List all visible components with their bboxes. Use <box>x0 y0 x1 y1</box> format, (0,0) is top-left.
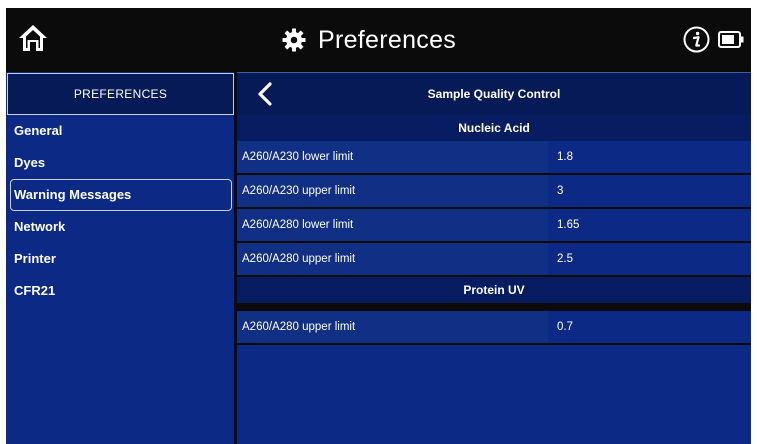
section-header-nucleic-acid: Nucleic Acid <box>237 115 751 141</box>
home-icon[interactable] <box>18 24 48 52</box>
section-header-protein-uv: Protein UV <box>237 277 751 303</box>
setting-value-field[interactable]: 1.8 <box>548 141 751 173</box>
setting-row: A260/A280 upper limit 0.7 <box>237 311 751 345</box>
top-bar: Preferences <box>6 8 751 72</box>
setting-row: A260/A280 upper limit 2.5 <box>237 243 751 277</box>
setting-value-field[interactable]: 3 <box>548 175 751 207</box>
battery-icon <box>718 31 744 48</box>
preferences-sidebar: PREFERENCES General Dyes Warning Message… <box>6 72 234 444</box>
panel-title: Sample Quality Control <box>427 87 561 101</box>
info-icon[interactable] <box>683 26 710 53</box>
sidebar-item-cfr21[interactable]: CFR21 <box>6 275 234 307</box>
settings-panel: Sample Quality Control Nucleic Acid A260… <box>237 72 751 444</box>
sidebar-item-printer[interactable]: Printer <box>6 243 234 275</box>
setting-label: A260/A280 upper limit <box>237 311 548 343</box>
setting-row: A260/A230 upper limit 3 <box>237 175 751 209</box>
section-divider <box>237 303 751 311</box>
setting-row: A260/A230 lower limit 1.8 <box>237 141 751 175</box>
sidebar-title: PREFERENCES <box>7 73 234 115</box>
panel-header: Sample Quality Control <box>237 72 751 115</box>
setting-label: A260/A230 lower limit <box>237 141 548 173</box>
gear-icon <box>282 28 306 52</box>
page-title-group: Preferences <box>282 22 456 58</box>
sidebar-item-general[interactable]: General <box>6 115 234 147</box>
setting-label: A260/A280 upper limit <box>237 243 548 275</box>
sidebar-menu: General Dyes Warning Messages Network Pr… <box>6 115 234 307</box>
setting-label: A260/A280 lower limit <box>237 209 548 241</box>
sidebar-item-warning-messages[interactable]: Warning Messages <box>10 179 232 211</box>
setting-label: A260/A230 upper limit <box>237 175 548 207</box>
sidebar-item-network[interactable]: Network <box>6 211 234 243</box>
setting-value-field[interactable]: 1.65 <box>548 209 751 241</box>
setting-row: A260/A280 lower limit 1.65 <box>237 209 751 243</box>
device-screen: Preferences PREFERENCES General Dyes War… <box>6 8 751 444</box>
chevron-left-icon[interactable] <box>257 82 273 106</box>
sidebar-item-dyes[interactable]: Dyes <box>6 147 234 179</box>
setting-value-field[interactable]: 0.7 <box>548 311 751 343</box>
setting-value-field[interactable]: 2.5 <box>548 243 751 275</box>
page-title: Preferences <box>318 25 457 54</box>
